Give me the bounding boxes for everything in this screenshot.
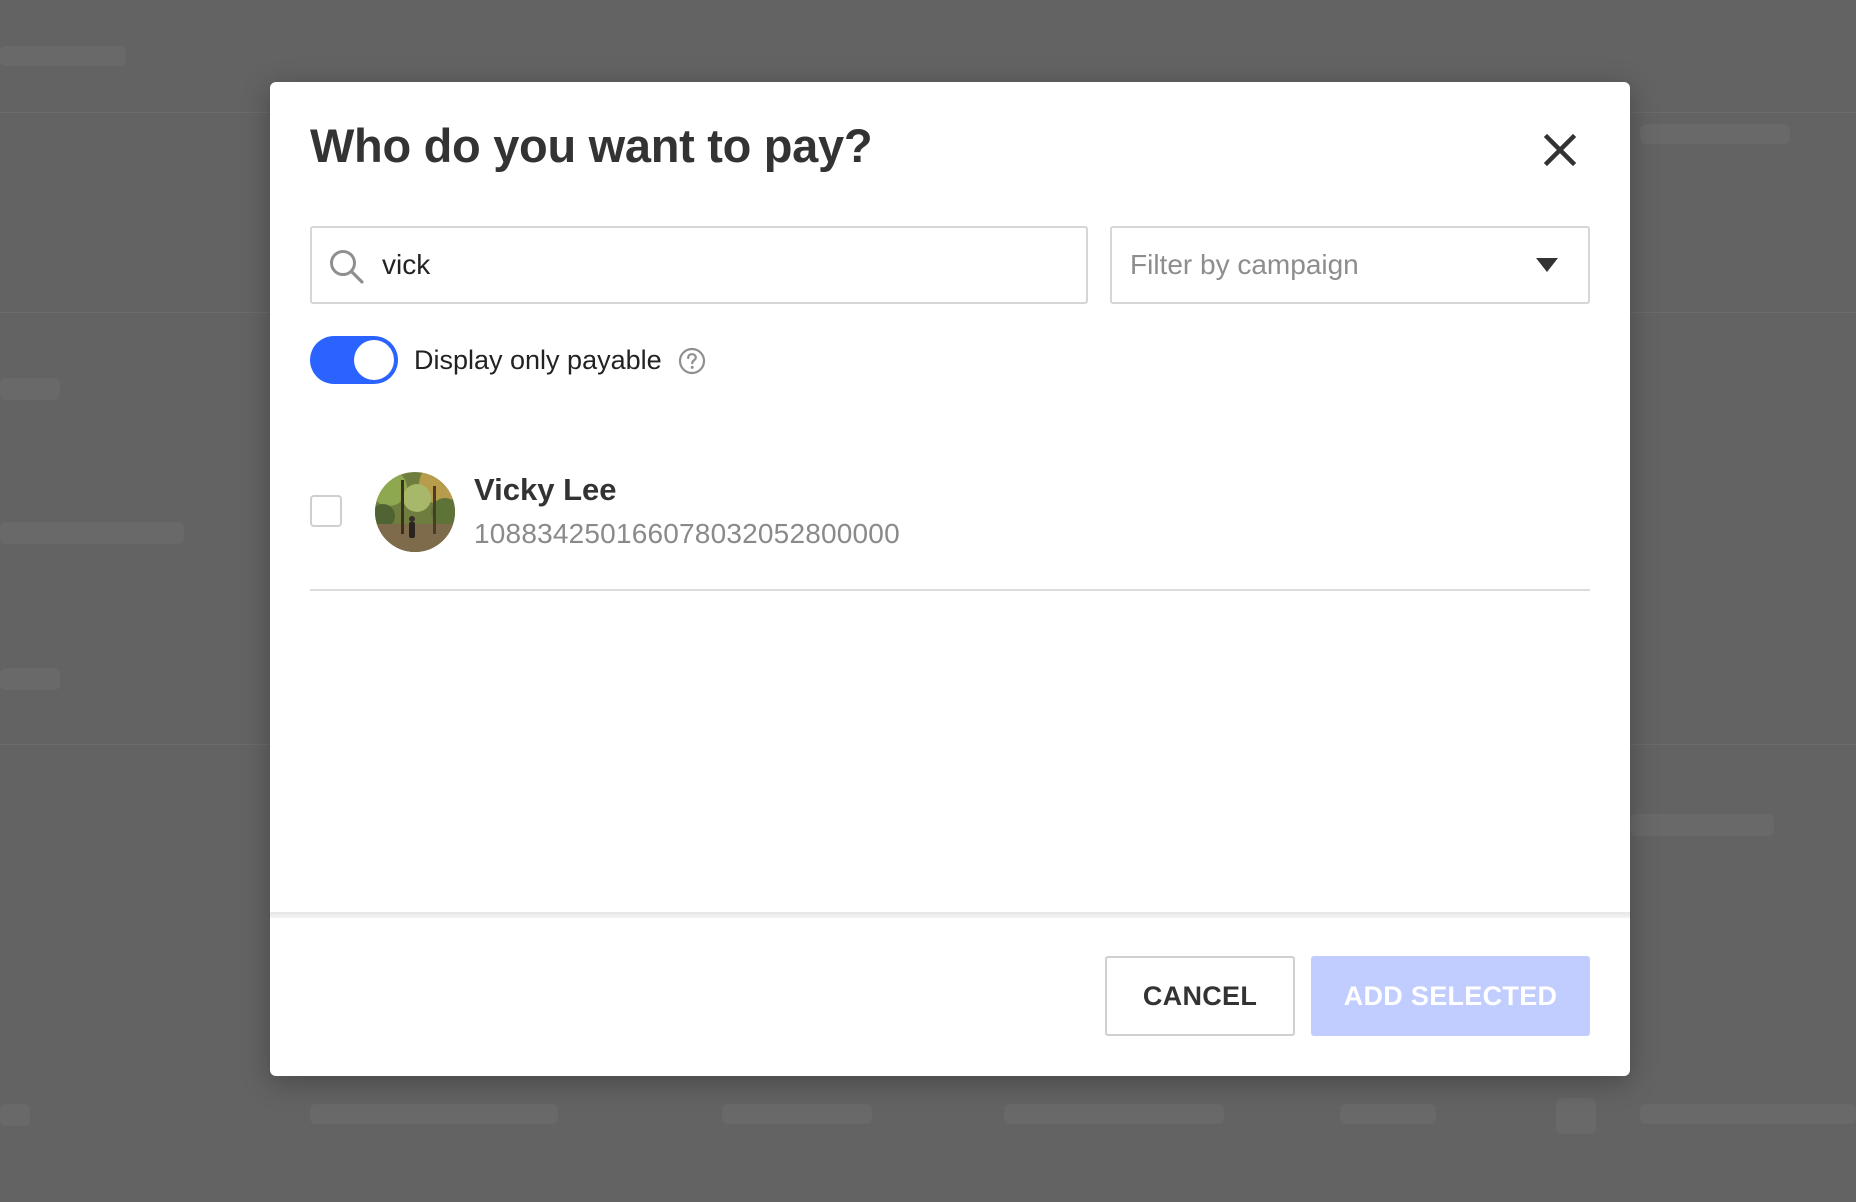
- avatar: [375, 472, 455, 552]
- add-selected-button[interactable]: ADD SELECTED: [1311, 956, 1590, 1036]
- close-button[interactable]: [1530, 120, 1590, 180]
- background-blur-text: [310, 1104, 558, 1124]
- help-icon[interactable]: [678, 347, 706, 375]
- close-icon: [1543, 133, 1577, 167]
- toggle-knob: [354, 340, 394, 380]
- background-blur-text: [1556, 1098, 1596, 1134]
- search-icon: [330, 250, 364, 284]
- dialog-title: Who do you want to pay?: [310, 119, 873, 172]
- background-blur-text: [0, 668, 60, 690]
- background-blur-text: [1640, 124, 1790, 144]
- payee-checkbox[interactable]: [310, 495, 342, 527]
- avatar-photo: [375, 472, 455, 552]
- background-blur-text: [0, 378, 60, 400]
- background-blur-text: [1004, 1104, 1224, 1124]
- search-field[interactable]: [310, 226, 1088, 304]
- footer-separator: [270, 912, 1630, 918]
- payee-name: Vicky Lee: [474, 472, 617, 507]
- payee-id: 108834250166078032052800000: [474, 518, 900, 549]
- background-blur-text: [0, 522, 184, 544]
- row-divider: [310, 589, 1590, 591]
- pay-dialog: Who do you want to pay? Filter by campai…: [270, 82, 1630, 1076]
- cancel-button[interactable]: CANCEL: [1105, 956, 1295, 1036]
- search-input[interactable]: [382, 228, 1072, 302]
- payable-toggle[interactable]: [310, 336, 398, 384]
- background-blur-text: [0, 1104, 30, 1126]
- background-blur-text: [1340, 1104, 1436, 1124]
- background-blur-text: [1640, 1104, 1856, 1124]
- campaign-filter-placeholder: Filter by campaign: [1130, 249, 1359, 280]
- payable-toggle-label: Display only payable: [414, 345, 662, 375]
- background-blur-text: [722, 1104, 872, 1124]
- campaign-filter-select[interactable]: Filter by campaign: [1110, 226, 1590, 304]
- background-blur-text: [0, 46, 126, 66]
- caret-down-icon: [1536, 258, 1558, 272]
- background-blur-text: [1630, 814, 1774, 836]
